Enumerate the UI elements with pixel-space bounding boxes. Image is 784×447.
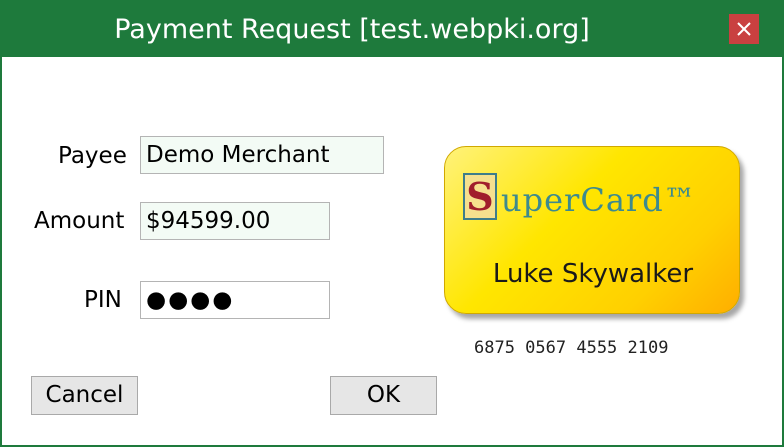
card-holder-name: Luke Skywalker [492, 259, 694, 289]
card-logo: S [463, 173, 497, 220]
payee-field: Demo Merchant [140, 136, 384, 174]
close-button[interactable] [729, 14, 759, 44]
pin-label: PIN [84, 287, 122, 313]
card-logo-letter: S [466, 173, 494, 219]
ok-button[interactable]: OK [330, 376, 437, 415]
pin-input[interactable]: ●●●● [140, 281, 330, 319]
window-title: Payment Request [test.webpki.org] [114, 14, 590, 45]
payment-card: S uperCard™ Luke Skywalker [444, 146, 740, 314]
amount-label: Amount [34, 208, 125, 234]
card-brand: uperCard™ [501, 181, 697, 219]
card-number: 6875 0567 4555 2109 [474, 338, 669, 358]
payee-label: Payee [58, 143, 127, 169]
cancel-button[interactable]: Cancel [31, 376, 138, 415]
payment-dialog: Payment Request [test.webpki.org] Payee … [0, 0, 784, 447]
amount-field: $94599.00 [140, 202, 330, 240]
close-icon [737, 22, 751, 36]
title-bar[interactable]: Payment Request [test.webpki.org] [2, 2, 782, 57]
